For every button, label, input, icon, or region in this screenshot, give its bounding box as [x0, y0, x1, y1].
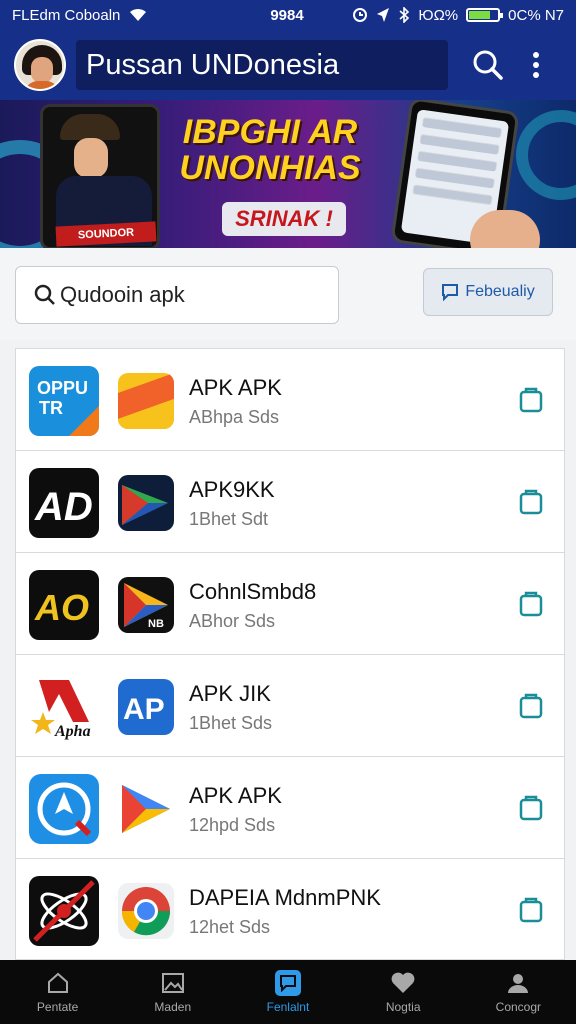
download-icon[interactable]	[518, 897, 544, 923]
nav-label: Pentate	[36, 1000, 79, 1014]
svg-text:AO: AO	[34, 587, 89, 628]
download-icon[interactable]	[518, 591, 544, 617]
ad-app-icon: AD	[29, 468, 99, 538]
heart-icon	[390, 970, 416, 996]
more-menu-button[interactable]	[514, 43, 558, 87]
app-list: OPPU TR APK APK ABhpa Sds AD APK9KK 1Bhet…	[15, 348, 565, 960]
nav-item-profile[interactable]: Concogr	[461, 960, 576, 1024]
bluetooth-icon	[399, 7, 410, 23]
list-item[interactable]: OPPU TR APK APK ABhpa Sds	[15, 348, 565, 450]
compass-app-icon	[29, 774, 99, 844]
nav-label: Fenlalnt	[266, 1000, 310, 1014]
list-item[interactable]: AO NB CohnlSmbd8 ABhor Sds	[15, 552, 565, 654]
nav-item-favorites[interactable]: Nogtia	[346, 960, 461, 1024]
atom-app-icon	[29, 876, 99, 946]
oppu-app-icon: OPPU TR	[29, 366, 99, 436]
carrier-text: FLEdm Coboaln	[12, 6, 121, 24]
nav-label: Concogr	[495, 1000, 542, 1014]
ao-app-icon: AO	[29, 570, 99, 640]
play-nb-app-icon: NB	[118, 577, 174, 633]
filter-button[interactable]: Febeualiy	[423, 268, 553, 316]
download-icon[interactable]	[518, 489, 544, 515]
svg-text:AP: AP	[123, 693, 165, 726]
battery-icon	[466, 8, 504, 22]
app-meta: 12hpd Sds	[189, 815, 276, 835]
svg-text:TR: TR	[39, 398, 63, 418]
battery-text: 0C% N7	[508, 6, 564, 24]
banner-headline-line2: UNONHIAS	[179, 149, 361, 187]
home-icon	[45, 970, 71, 996]
search-icon	[34, 284, 56, 306]
download-icon[interactable]	[518, 795, 544, 821]
svg-text:Apha: Apha	[54, 723, 91, 740]
nav-item-media[interactable]: Maden	[115, 960, 230, 1024]
avatar[interactable]	[14, 39, 66, 91]
list-item[interactable]: APK APK 12hpd Sds	[15, 756, 565, 858]
play-multicolor-app-icon	[118, 781, 174, 837]
chrome-app-icon	[118, 883, 174, 939]
search-input[interactable]: Qudooin apk	[15, 266, 339, 324]
app-meta: ABhpa Sds	[189, 407, 280, 427]
ap-app-icon: AP	[118, 679, 174, 735]
wifi-icon	[130, 8, 147, 21]
page-title: Pussan UNDonesia	[76, 40, 448, 90]
promo-banner[interactable]: SOUNDOR SHOLDA IBPGHI AR UNONHIAS SRINAK…	[0, 100, 576, 248]
apps-icon	[274, 970, 301, 996]
app-meta: 1Bhet Sds	[189, 713, 273, 733]
nav-item-home[interactable]: Pentate	[0, 960, 115, 1024]
app-meta: ABhor Sds	[189, 611, 276, 631]
app-name: DAPEIA MdnmPNK	[189, 885, 381, 910]
download-icon[interactable]	[518, 387, 544, 413]
play-green-app-icon	[118, 475, 174, 531]
app-name: APK APK	[189, 783, 282, 808]
bottom-nav: Pentate Maden Fenlalnt Nogtia Concogr	[0, 960, 576, 1024]
image-icon	[160, 970, 186, 996]
apha-app-icon: Apha	[29, 672, 99, 742]
svg-text:OPPU: OPPU	[37, 378, 88, 398]
search-icon	[473, 50, 503, 80]
status-bar: FLEdm Coboaln 9984 ЮΩ% 0C% N7	[0, 0, 576, 30]
search-area: Qudooin apk Febeualiy	[0, 248, 576, 340]
search-input-value: Qudooin apk	[60, 282, 185, 307]
list-item[interactable]: Apha AP APK JIK 1Bhet Sds	[15, 654, 565, 756]
svg-text:NB: NB	[148, 618, 164, 630]
list-item[interactable]: DAPEIA MdnmPNK 12het Sds	[15, 858, 565, 960]
location-icon	[377, 8, 390, 22]
app-meta: 12het Sds	[189, 917, 271, 937]
banner-cta-button[interactable]: SRINAK !	[222, 202, 346, 236]
app-name: APK APK	[189, 375, 282, 400]
app-name: APK JIK	[189, 681, 271, 706]
app-meta: 1Bhet Sdt	[189, 509, 269, 529]
filter-button-label: Febeualiy	[465, 283, 535, 300]
alarm-icon	[353, 8, 368, 22]
nav-label: Nogtia	[385, 1000, 421, 1014]
app-bar: Pussan UNDonesia	[0, 30, 576, 100]
banner-headline-line1: IBPGHI AR	[182, 113, 358, 151]
nav-label: Maden	[154, 1000, 192, 1014]
signal-text: ЮΩ%	[418, 6, 459, 24]
banner-headline: IBPGHI AR UNONHIAS	[160, 114, 380, 186]
person-icon	[505, 970, 531, 996]
more-vert-icon	[533, 52, 539, 78]
svg-text:AD: AD	[34, 485, 93, 529]
list-item[interactable]: AD APK9KK 1Bhet Sdt	[15, 450, 565, 552]
app-name: APK9KK	[189, 477, 275, 502]
nav-item-featured[interactable]: Fenlalnt	[230, 960, 345, 1024]
app-name: CohnlSmbd8	[189, 579, 317, 604]
orange-tile-app-icon	[118, 373, 174, 429]
clock-text: 9984	[270, 6, 304, 24]
search-button[interactable]	[466, 43, 510, 87]
download-icon[interactable]	[518, 693, 544, 719]
chat-icon	[442, 284, 459, 301]
